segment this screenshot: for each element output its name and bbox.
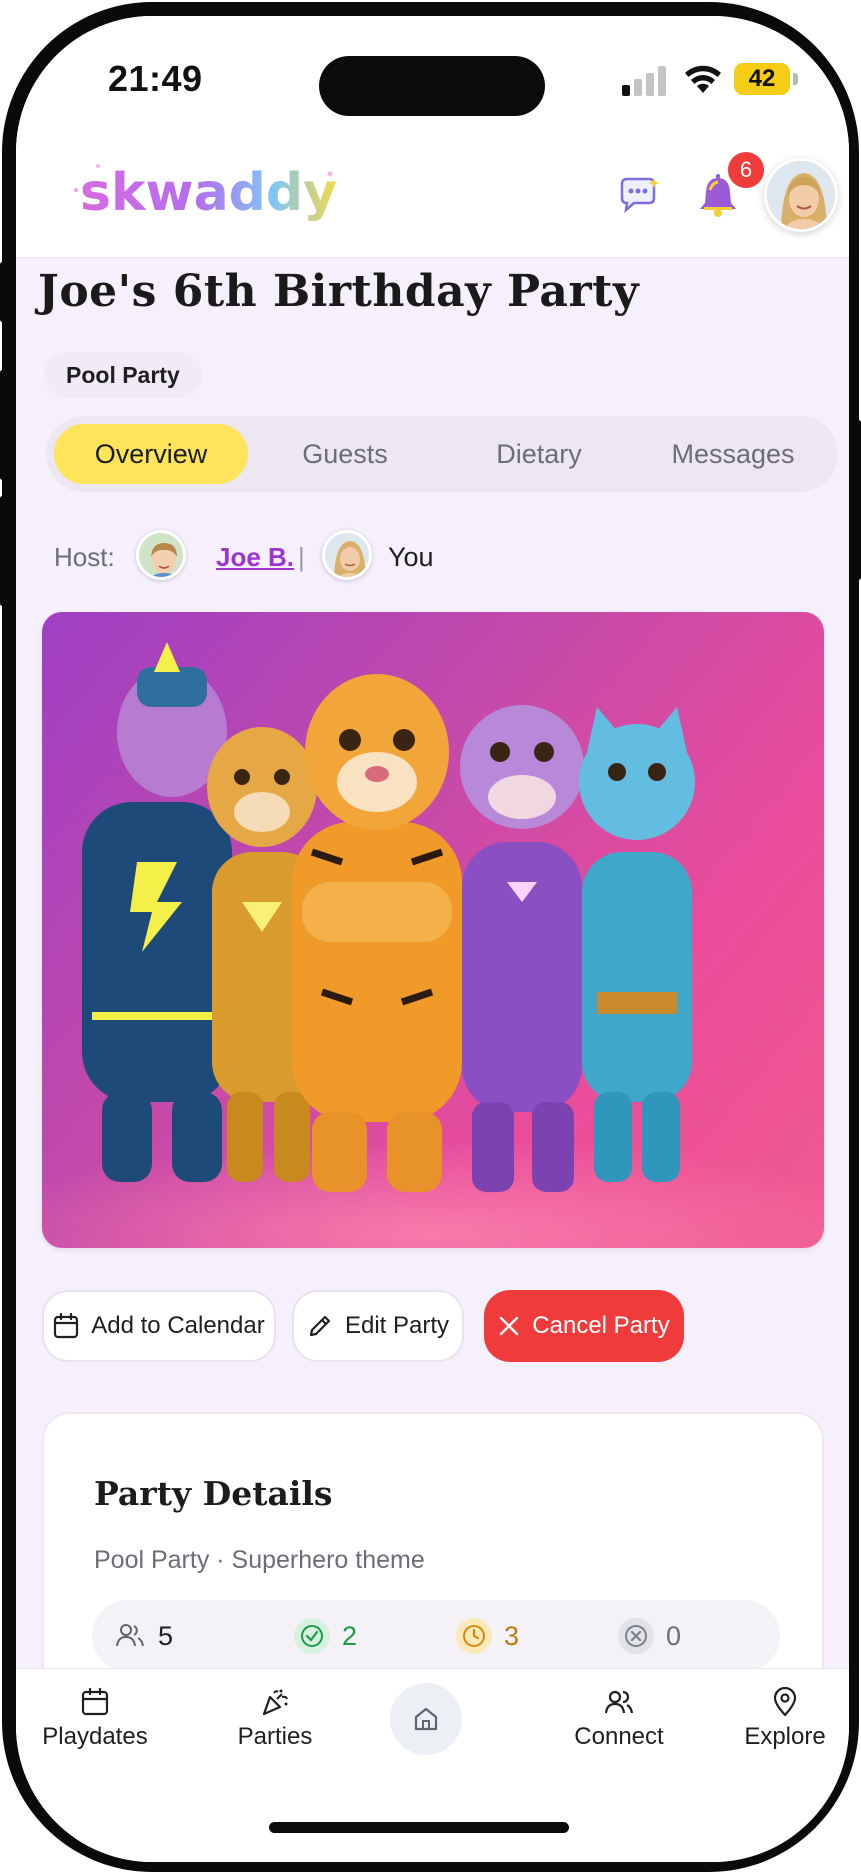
edit-party-label: Edit Party [344, 1312, 450, 1339]
page-title: Joe's 6th Birthday Party [38, 266, 640, 317]
host-row: Host: Joe B. | You [54, 530, 614, 586]
host-separator: | [298, 542, 305, 572]
host-label: Host: [54, 542, 115, 572]
svg-text:skwaddy: skwaddy [80, 163, 337, 223]
tab-overview[interactable]: Overview [54, 424, 248, 484]
declined-count: 0 [666, 1620, 682, 1651]
calendar-icon [81, 1687, 109, 1716]
status-time: 21:49 [108, 58, 203, 99]
cancel-party-button[interactable]: Cancel Party [484, 1290, 684, 1362]
tab-guests[interactable]: Guests [248, 424, 442, 484]
profile-avatar-image [767, 161, 835, 229]
party-details-title: Party Details [94, 1474, 333, 1513]
party-type-badge: Pool Party [44, 352, 202, 398]
nav-explore-label: Explore [744, 1723, 826, 1750]
rsvp-stats: 5 2 3 0 [92, 1600, 780, 1672]
phone-screen: 21:49 42 skwaddy 6 Joe's 6th Birthday Pa… [16, 16, 849, 1862]
host-child-link[interactable]: Joe B. [216, 542, 294, 573]
status-bar: 21:49 42 [16, 16, 849, 136]
superhero-animals-illustration [42, 642, 824, 1248]
tab-dietary[interactable]: Dietary [442, 424, 636, 484]
accepted-count: 2 [342, 1620, 358, 1651]
home-indicator [269, 1822, 569, 1833]
accepted-check-icon [294, 1618, 330, 1654]
host-parent-name: You [388, 542, 434, 572]
nav-playdates[interactable]: Playdates [30, 1687, 160, 1757]
add-to-calendar-button[interactable]: Add to Calendar [42, 1290, 276, 1362]
profile-avatar[interactable] [764, 158, 838, 232]
party-hero-image [42, 612, 824, 1248]
edit-party-button[interactable]: Edit Party [292, 1290, 464, 1362]
pending-clock-icon [456, 1618, 492, 1654]
pencil-icon [309, 1315, 331, 1337]
nav-connect-label: Connect [574, 1723, 664, 1750]
add-to-calendar-label: Add to Calendar [91, 1312, 265, 1339]
accepted-stat[interactable]: 2 [294, 1600, 357, 1672]
nav-home-button[interactable] [390, 1683, 462, 1755]
map-pin-icon [773, 1687, 797, 1717]
nav-connect[interactable]: Connect [554, 1687, 684, 1757]
party-details-subtitle: Pool Party · Superhero theme [94, 1546, 425, 1574]
parent-avatar-image [325, 533, 369, 577]
party-actions: Add to Calendar Edit Party Cancel Party [42, 1290, 832, 1364]
pending-count: 3 [504, 1620, 520, 1651]
nav-parties-label: Parties [237, 1723, 313, 1750]
battery-nub [793, 73, 798, 85]
app-header: skwaddy 6 [16, 136, 849, 258]
nav-explore[interactable]: Explore [720, 1687, 849, 1757]
skwaddy-logo[interactable]: skwaddy [68, 152, 348, 232]
cellular-signal-icon [622, 66, 666, 96]
battery-indicator: 42 [734, 63, 790, 95]
phone-frame: 21:49 42 skwaddy 6 Joe's 6th Birthday Pa… [2, 2, 859, 1872]
nav-playdates-label: Playdates [42, 1723, 148, 1750]
parent-avatar[interactable] [322, 530, 372, 580]
invited-count: 5 [158, 1620, 174, 1651]
pending-stat[interactable]: 3 [456, 1600, 519, 1672]
invited-stat[interactable]: 5 [114, 1600, 173, 1672]
calendar-icon [54, 1313, 79, 1339]
notification-count-badge: 6 [726, 150, 766, 190]
chat-bubble-icon[interactable] [616, 174, 660, 218]
home-icon [414, 1707, 438, 1731]
child-avatar-image [139, 533, 183, 577]
declined-x-icon [618, 1618, 654, 1654]
users-icon [116, 1624, 144, 1647]
child-avatar[interactable] [136, 530, 186, 580]
users-icon [604, 1690, 634, 1714]
party-popper-icon [262, 1689, 288, 1716]
tab-messages[interactable]: Messages [636, 424, 830, 484]
tab-bar: Overview Guests Dietary Messages [46, 416, 838, 492]
nav-parties[interactable]: Parties [210, 1687, 340, 1757]
close-icon [500, 1316, 519, 1336]
declined-stat[interactable]: 0 [618, 1600, 681, 1672]
dynamic-island [319, 56, 545, 116]
wifi-icon [685, 65, 721, 93]
cancel-party-label: Cancel Party [532, 1312, 670, 1339]
